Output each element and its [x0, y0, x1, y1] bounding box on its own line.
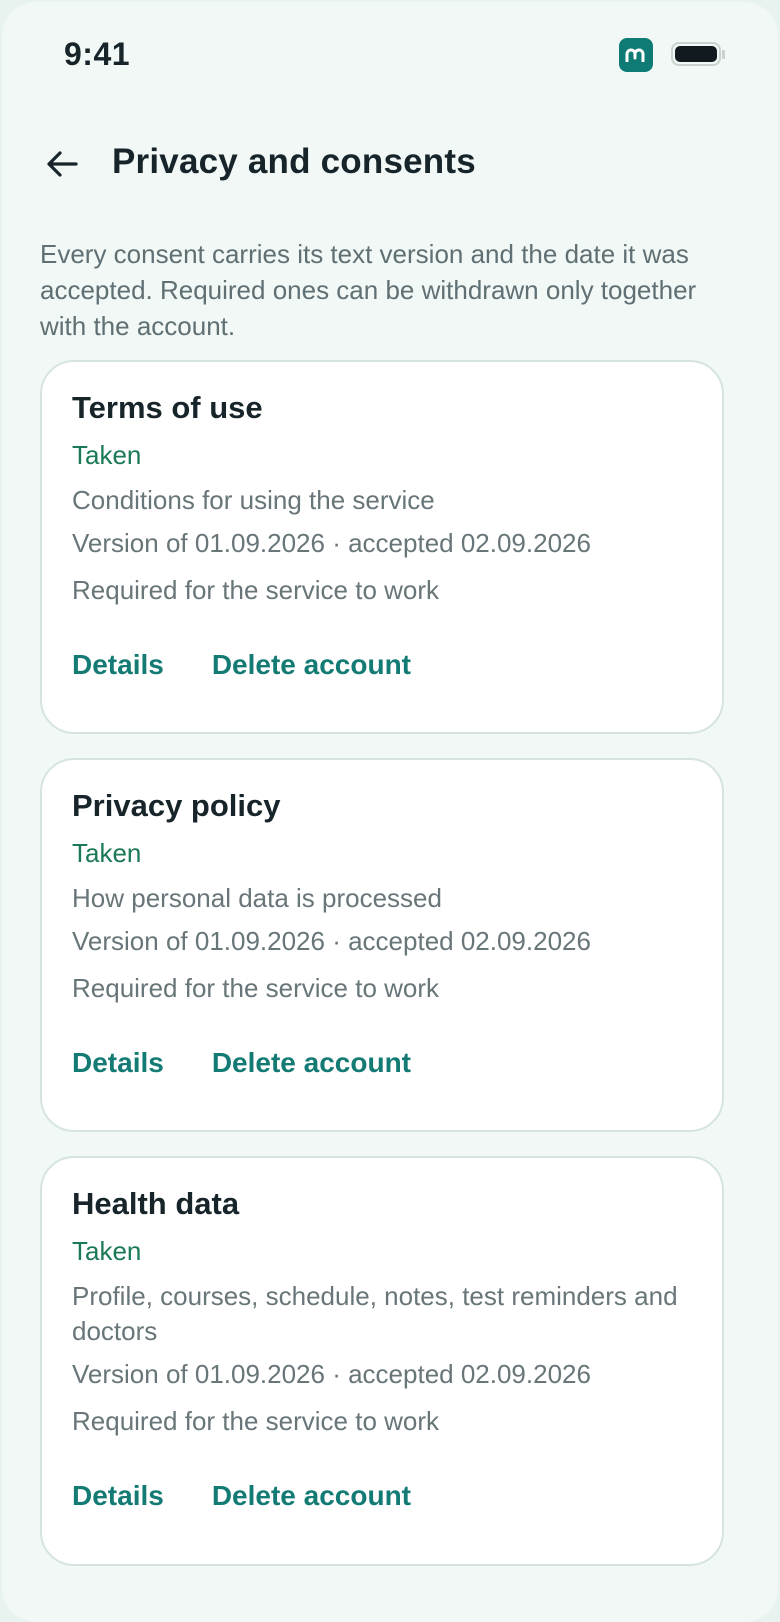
arrow-left-icon [47, 151, 78, 177]
consent-version: Version of 01.09.2026 · accepted 02.09.2… [72, 926, 591, 956]
status-bar: 9:41 [2, 2, 778, 112]
consent-status: Taken [72, 1236, 142, 1266]
consent-title: Health data [72, 1186, 240, 1221]
consent-title: Privacy policy [72, 788, 281, 823]
delete-account-button[interactable]: Delete account [212, 649, 411, 681]
consent-requirement: Required for the service to work [72, 973, 440, 1003]
status-time: 9:41 [64, 36, 131, 72]
consent-requirement: Required for the service to work [72, 1406, 440, 1436]
phone-screen: 9:41 Privacy and consents Every consent … [2, 2, 778, 1622]
consent-actions: Details Delete account [72, 1047, 411, 1079]
consent-status: Taken [72, 440, 142, 470]
consent-card: Privacy policy Taken How personal data i… [40, 758, 724, 1132]
consent-version: Version of 01.09.2026 · accepted 02.09.2… [72, 1359, 591, 1389]
consent-status: Taken [72, 838, 142, 868]
details-button[interactable]: Details [72, 1047, 164, 1079]
details-button[interactable]: Details [72, 1480, 164, 1512]
consent-version: Version of 01.09.2026 · accepted 02.09.2… [72, 528, 591, 558]
consent-description: Conditions for using the service [72, 485, 435, 515]
page-title: Privacy and consents [112, 142, 476, 181]
consent-requirement: Required for the service to work [72, 575, 440, 605]
consent-actions: Details Delete account [72, 1480, 411, 1512]
delete-account-button[interactable]: Delete account [212, 1047, 411, 1079]
battery-icon [671, 42, 725, 66]
consent-card: Health data Taken Profile, courses, sche… [40, 1156, 724, 1566]
consent-actions: Details Delete account [72, 649, 411, 681]
delete-account-button[interactable]: Delete account [212, 1480, 411, 1512]
intro-text: Every consent carries its text version a… [40, 239, 697, 341]
consent-description: Profile, courses, schedule, notes, test … [72, 1281, 678, 1346]
details-button[interactable]: Details [72, 649, 164, 681]
consent-title: Terms of use [72, 390, 263, 425]
consent-description: How personal data is processed [72, 883, 442, 913]
consent-card: Terms of use Taken Conditions for using … [40, 360, 724, 734]
app-logo-icon [619, 38, 653, 72]
back-button[interactable] [38, 140, 86, 188]
app-header: Privacy and consents [2, 130, 778, 200]
